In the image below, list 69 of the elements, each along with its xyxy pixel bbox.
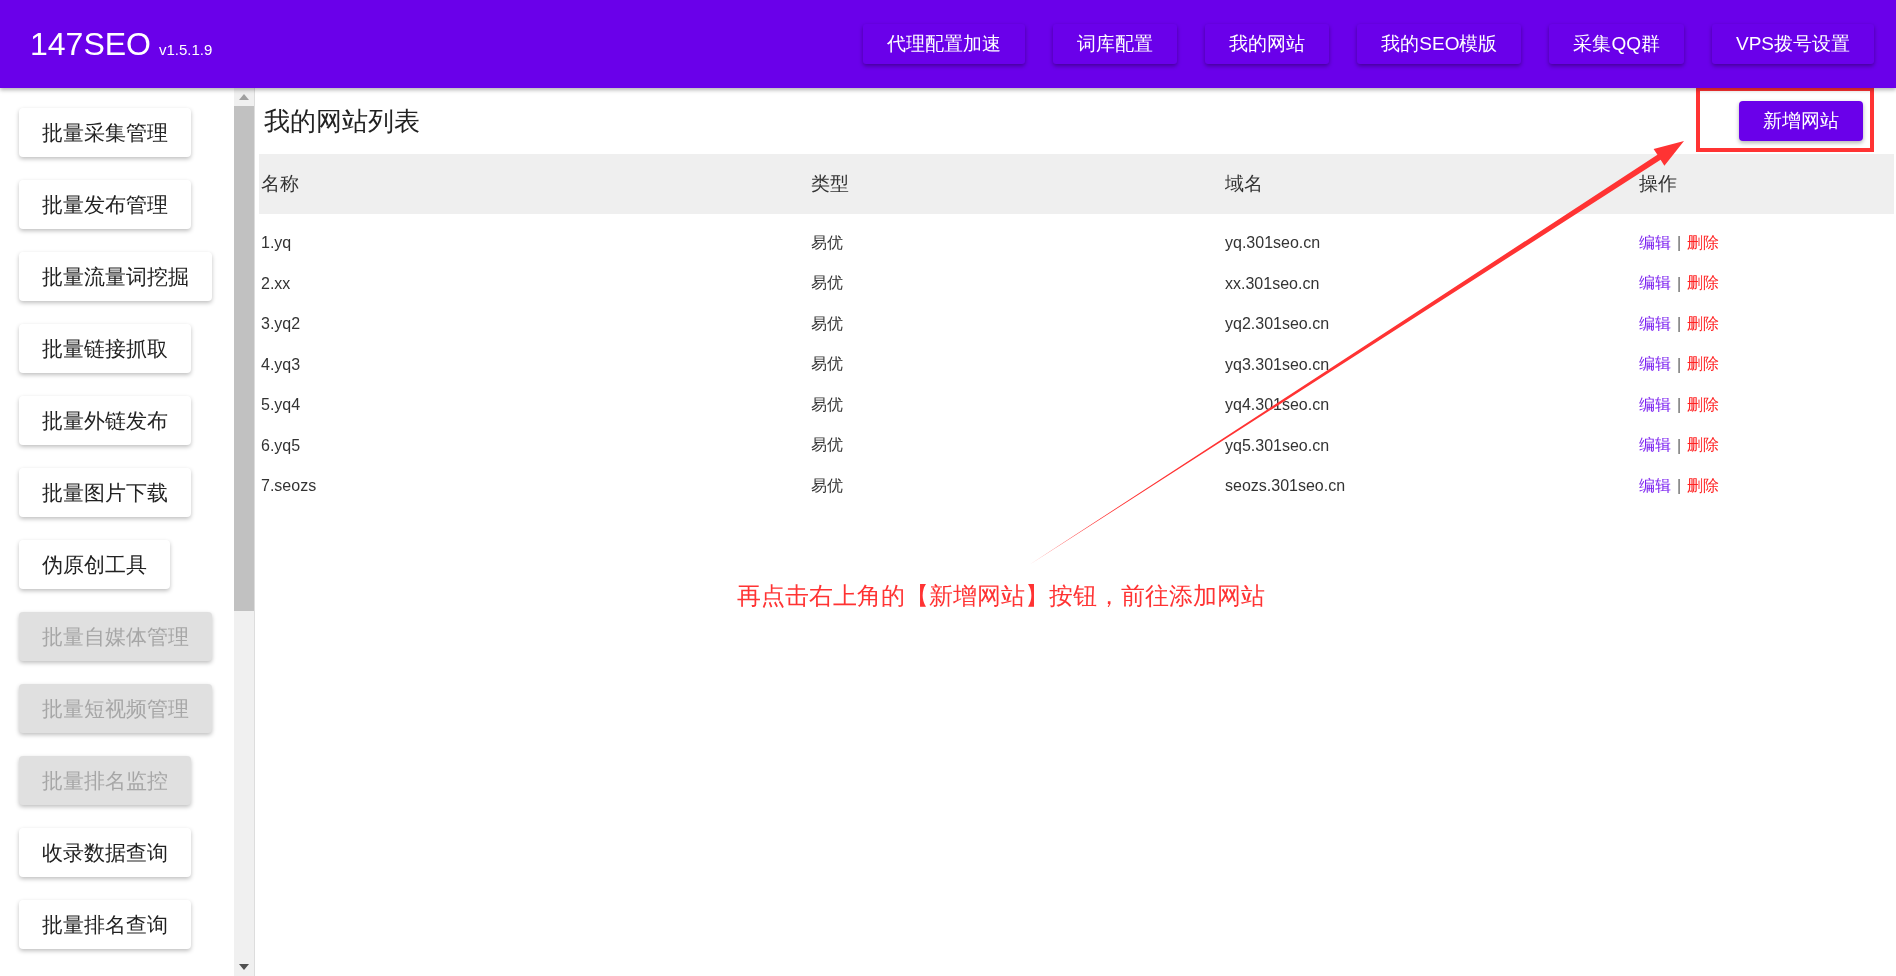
separator: | (1677, 274, 1682, 293)
version-label: v1.5.1.9 (158, 40, 213, 58)
delete-link[interactable]: 删除 (1687, 273, 1720, 295)
edit-link[interactable]: 编辑 (1639, 313, 1671, 335)
nav-button[interactable]: 我的网站 (1205, 24, 1330, 64)
table-cell-text: 易优 (810, 232, 844, 253)
table-cell-text: 易优 (810, 435, 844, 456)
table-cell-text: 易优 (810, 313, 844, 334)
sidebar-button[interactable]: 收录数据查询 (19, 828, 191, 877)
scrollbar[interactable] (234, 88, 255, 976)
edit-link[interactable]: 编辑 (1639, 435, 1671, 457)
nav-button[interactable]: 词库配置 (1053, 24, 1178, 64)
table-cell-text: 易优 (810, 273, 844, 294)
column-header: 域名 (1224, 172, 1264, 196)
delete-link[interactable]: 删除 (1687, 394, 1720, 416)
delete-link[interactable]: 删除 (1687, 475, 1720, 497)
nav-button[interactable]: 采集QQ群 (1549, 24, 1684, 64)
sidebar-button[interactable]: 批量采集管理 (19, 108, 191, 157)
edit-link[interactable]: 编辑 (1639, 232, 1671, 254)
table-cell-text: yq2.301seo.cn (1224, 315, 1331, 334)
separator: | (1677, 436, 1682, 455)
table-cell-text: yq.301seo.cn (1224, 234, 1322, 253)
separator: | (1677, 234, 1682, 253)
nav-button[interactable]: 代理配置加速 (863, 24, 1026, 64)
column-header: 操作 (1638, 172, 1678, 196)
table-cell-text: yq5.301seo.cn (1224, 436, 1331, 455)
sidebar-button[interactable]: 批量外链发布 (19, 396, 191, 445)
sidebar-button[interactable]: 批量链接抓取 (19, 324, 191, 373)
table-cell-text: 6.yq5 (260, 436, 302, 455)
separator: | (1677, 355, 1682, 374)
delete-link[interactable]: 删除 (1687, 435, 1720, 457)
annotation-text: 再点击右上角的【新增网站】按钮，前往添加网站 (737, 581, 1265, 611)
table-cell-text: 1.yq (260, 234, 293, 253)
column-header: 类型 (810, 172, 850, 196)
app-logo: 147SEO (30, 25, 151, 63)
separator: | (1677, 396, 1682, 415)
edit-link[interactable]: 编辑 (1639, 475, 1671, 497)
scroll-down-icon[interactable] (239, 964, 249, 970)
sidebar-button[interactable]: 批量发布管理 (19, 180, 191, 229)
table-cell-text: yq3.301seo.cn (1224, 355, 1331, 374)
edit-link[interactable]: 编辑 (1639, 273, 1671, 295)
edit-link[interactable]: 编辑 (1639, 394, 1671, 416)
table-cell-text: 5.yq4 (260, 396, 302, 415)
table-cell-text: 2.xx (260, 274, 292, 293)
separator: | (1677, 315, 1682, 334)
table-cell-text: seozs.301seo.cn (1224, 477, 1347, 496)
sidebar-button[interactable]: 批量流量词挖掘 (19, 252, 212, 301)
nav-button[interactable]: VPS拨号设置 (1711, 24, 1874, 64)
table-cell-text: 易优 (810, 475, 844, 496)
sidebar-button[interactable]: 批量排名查询 (19, 900, 191, 949)
scrollbar-thumb[interactable] (234, 106, 254, 611)
delete-link[interactable]: 删除 (1687, 313, 1720, 335)
table-cell-text: 易优 (810, 394, 844, 415)
table-cell-text: 7.seozs (260, 477, 318, 496)
page-title: 我的网站列表 (264, 104, 420, 138)
scroll-up-icon[interactable] (239, 94, 249, 100)
edit-link[interactable]: 编辑 (1639, 354, 1671, 376)
sidebar-button[interactable]: 伪原创工具 (19, 540, 170, 589)
table-cell-text: 易优 (810, 354, 844, 375)
table-cell-text: xx.301seo.cn (1224, 274, 1321, 293)
add-website-button[interactable]: 新增网站 (1739, 101, 1863, 141)
table-cell-text: 3.yq2 (260, 315, 302, 334)
separator: | (1677, 477, 1682, 496)
sidebar-button[interactable]: 批量图片下载 (19, 468, 191, 517)
delete-link[interactable]: 删除 (1687, 232, 1720, 254)
column-header: 名称 (260, 172, 300, 196)
nav-button[interactable]: 我的SEO模版 (1357, 24, 1522, 64)
table-cell-text: 4.yq3 (260, 355, 302, 374)
delete-link[interactable]: 删除 (1687, 354, 1720, 376)
